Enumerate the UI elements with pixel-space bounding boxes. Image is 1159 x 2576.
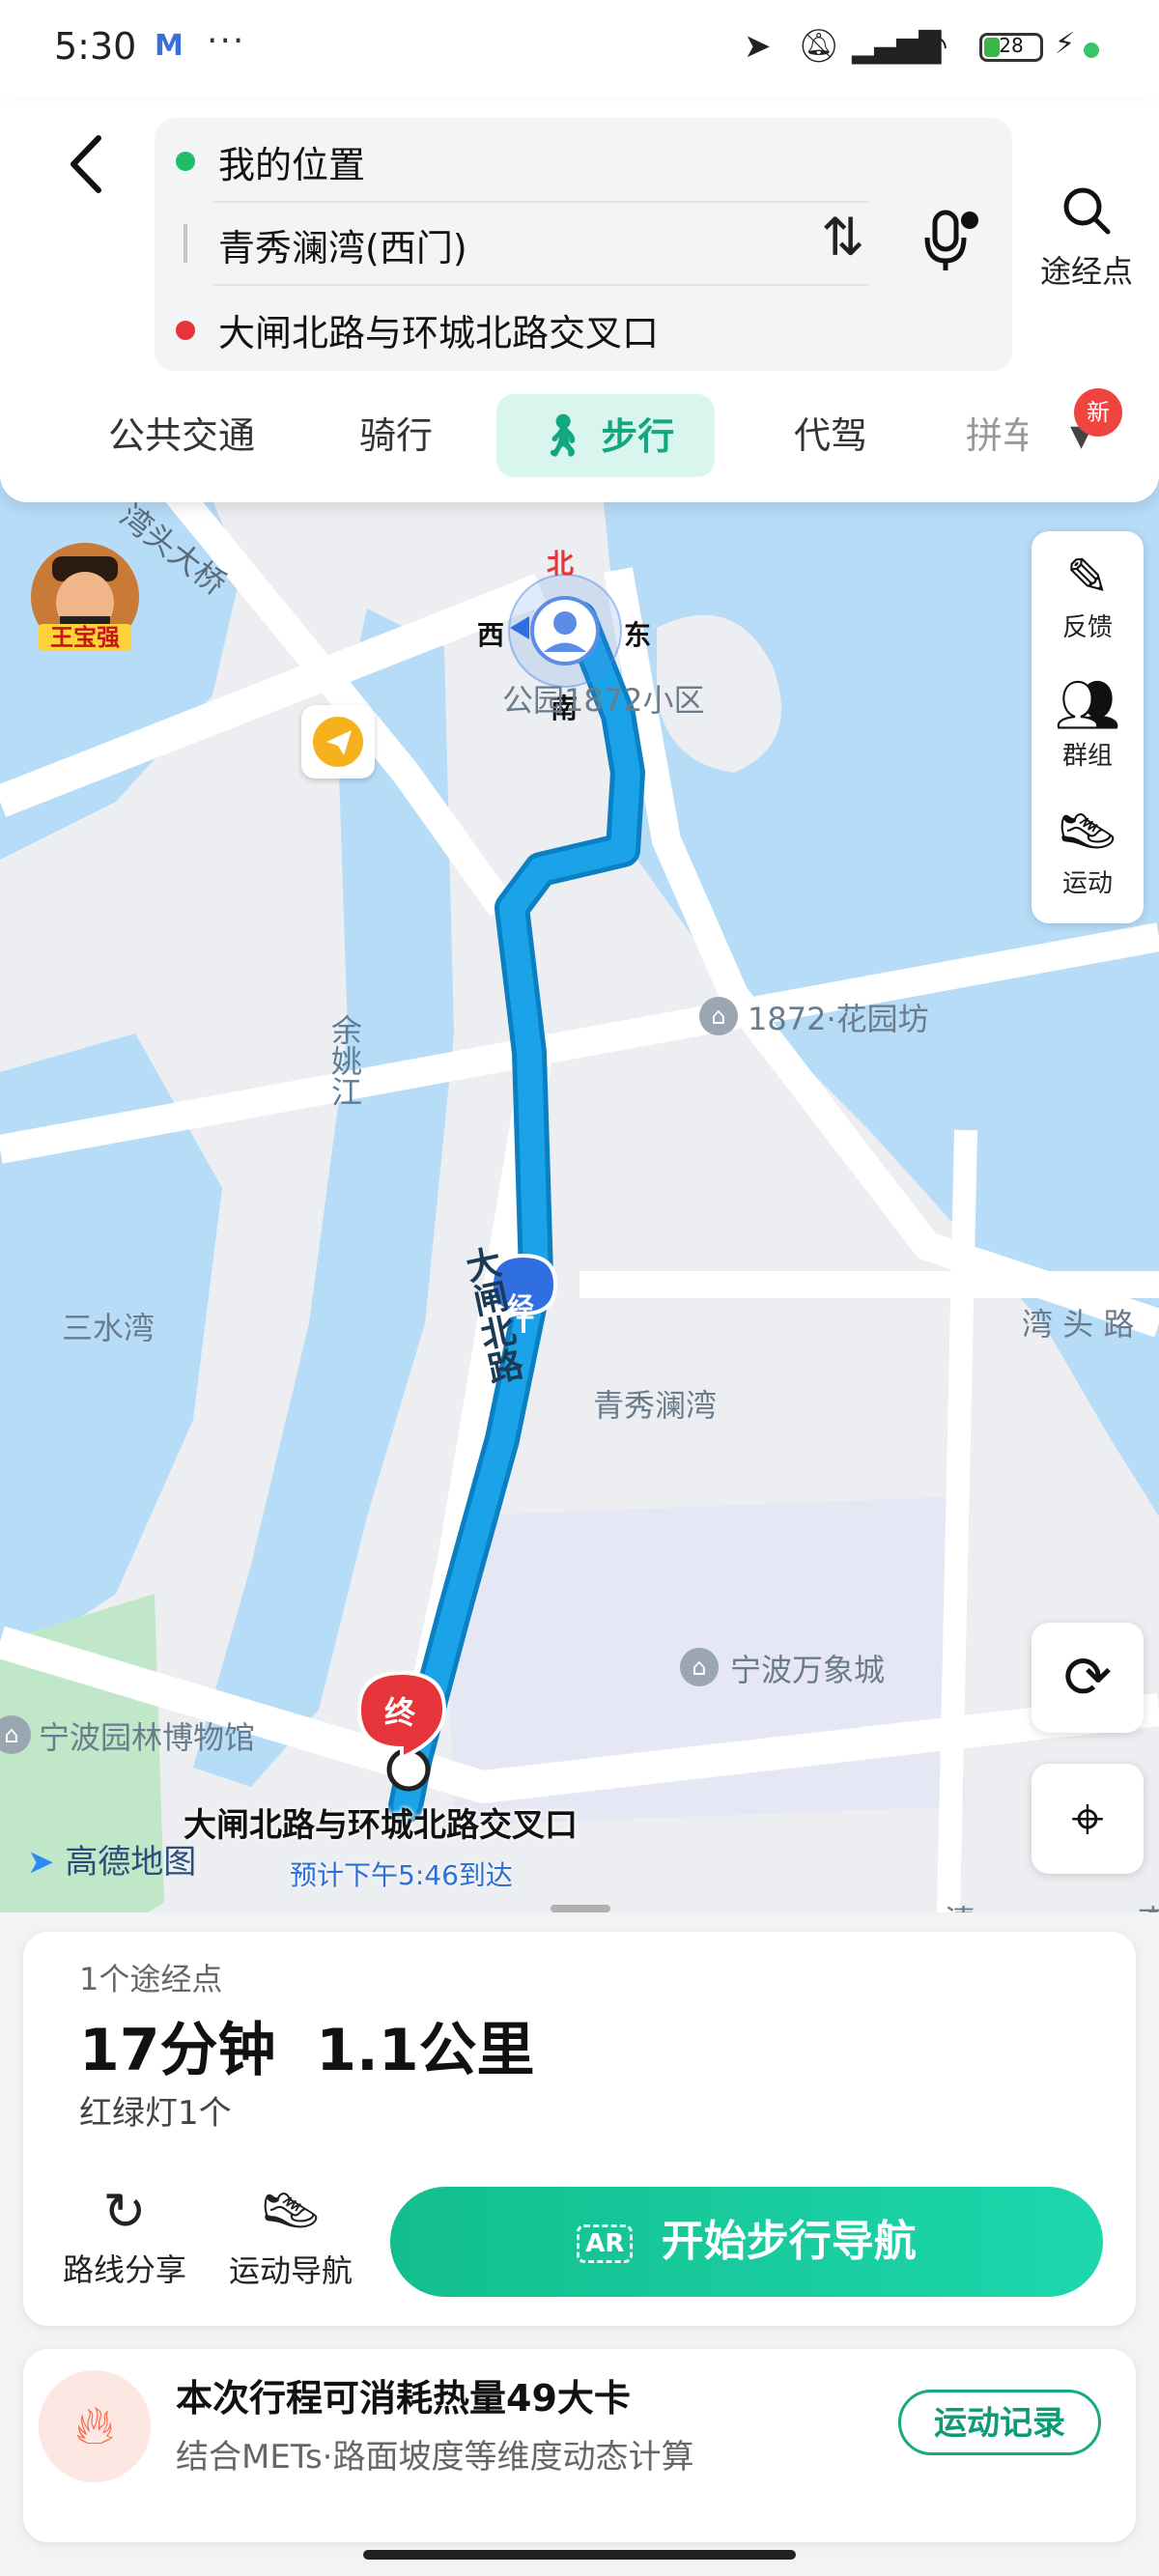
battery-icon: 28 [979, 33, 1043, 62]
share-route-label: 路线分享 [62, 2251, 186, 2288]
ar-icon: AR [577, 2224, 634, 2263]
amap-logo: ➤ 高德地图 [27, 1835, 196, 1882]
via-field[interactable]: 青秀澜湾(西门) [218, 218, 467, 271]
divider [212, 201, 869, 203]
swap-route-icon[interactable]: ⇅ [821, 207, 864, 268]
calorie-subtitle: 结合METs·路面坡度等维度动态计算 [176, 2438, 694, 2477]
amap-brand-text: 高德地图 [65, 1843, 197, 1882]
map-label-qingxiu: 青秀澜湾 [593, 1387, 718, 1424]
map-side-panel: ✎ 反馈 👥︎ 群组 👟︎ 运动 [1032, 531, 1144, 923]
compass-east: 东 [624, 619, 652, 651]
eta-label: 预计下午5:46到达 [290, 1859, 513, 1891]
paper-plane-icon [313, 717, 363, 767]
map-view[interactable]: 湾头大桥 北 西 东 南 公园1872小区 ⌂ 1872·花园坊 余姚江 三水湾… [0, 454, 1159, 1999]
share-icon: ↻ [102, 2181, 147, 2242]
origin-dot-icon [176, 152, 195, 171]
new-badge: 新 [1074, 388, 1122, 437]
tab-transit[interactable]: 公共交通 [108, 394, 255, 477]
destination-field[interactable]: 大闸北路与环城北路交叉口 [218, 303, 659, 356]
back-button[interactable] [58, 130, 116, 198]
group-label: 群组 [1061, 742, 1113, 771]
sport-label: 运动 [1061, 869, 1113, 898]
status-bar: 5:30 M ··· ➤ 🔕︎ ▂▄▆█ ◠ 28 ⚡ [0, 0, 1159, 101]
sport-navigation-label: 运动导航 [228, 2252, 353, 2289]
locate-me-button[interactable]: ⌖ [1032, 1764, 1144, 1874]
chevron-left-icon [71, 135, 101, 193]
tab-walking-label: 步行 [601, 415, 675, 458]
wifi-icon: ◠ [919, 27, 948, 66]
status-time: 5:30 [54, 25, 137, 68]
location-arrow-icon: ➤ [744, 27, 772, 66]
charging-icon: ⚡ [1055, 27, 1076, 61]
home-indicator[interactable] [363, 2550, 796, 2560]
traffic-lights-count: 红绿灯1个 [79, 2094, 232, 2133]
destination-dot-icon [176, 321, 195, 340]
tab-cycling[interactable]: 骑行 [359, 394, 433, 477]
walking-person-icon: 🚶︎ [536, 411, 589, 459]
sport-button[interactable]: 👟︎ 运动 [1032, 802, 1144, 899]
via-marker-label: 经 [507, 1291, 535, 1323]
flame-icon: 🔥︎ [39, 2370, 151, 2482]
route-summary-card: 1个途经点 17分钟 1.1公里 红绿灯1个 ↻ 路线分享 👟︎ 运动导航 AR… [23, 1932, 1136, 2326]
crosshair-icon: ⌖ [1071, 1785, 1104, 1853]
map-label-wanxiangcheng: 宁波万象城 [730, 1652, 886, 1688]
poi-bag-icon: ⌂ [680, 1648, 719, 1686]
sport-record-button[interactable]: 运动记录 [898, 2390, 1101, 2455]
avatar-name-tag: 王宝强 [39, 624, 131, 651]
route-inputs: 我的位置 青秀澜湾(西门) 大闸北路与环城北路交叉口 ⇅ [155, 118, 1012, 371]
origin-field[interactable]: 我的位置 [218, 135, 365, 188]
amap-arrow-icon: ➤ [27, 1843, 55, 1882]
via-bar-icon [184, 224, 187, 263]
poi-bag-icon: ⌂ [699, 997, 738, 1035]
share-route-button[interactable]: ↻ 路线分享 [52, 2181, 197, 2290]
mail-app-icon: M [155, 29, 184, 63]
map-label-museum: 宁波园林博物馆 [39, 1719, 256, 1756]
user-head [553, 611, 577, 635]
battery-level: 28 [999, 34, 1024, 57]
end-point-label: 大闸北路与环城北路交叉口 [184, 1806, 578, 1845]
refresh-route-button[interactable]: ⟳ [1032, 1623, 1144, 1733]
running-shoe-icon: 👟︎ [1054, 802, 1121, 863]
calorie-title: 本次行程可消耗热量49大卡 [176, 2377, 631, 2420]
tab-walking[interactable]: 🚶︎ 步行 [496, 394, 715, 477]
duration-distance: 17分钟 1.1公里 [79, 2017, 535, 2084]
feedback-label: 反馈 [1061, 613, 1113, 642]
map-label-huayuanfang: 1872·花园坊 [748, 1001, 929, 1037]
waypoints-count: 1个途经点 [79, 1961, 223, 1997]
calorie-card: 🔥︎ 本次行程可消耗热量49大卡 结合METs·路面坡度等维度动态计算 运动记录 [23, 2349, 1136, 2542]
more-notifications-icon: ··· [207, 21, 246, 61]
refresh-icon: ⟳ [1062, 1644, 1113, 1712]
end-marker-label: 终 [384, 1694, 416, 1731]
add-waypoint-button[interactable]: 途经点 [1024, 184, 1149, 299]
tab-carpool[interactable]: 拼车 [966, 394, 1028, 477]
feedback-button[interactable]: ✎ 反馈 [1032, 547, 1144, 643]
map-label-wantou-road: 湾 头 路 [1022, 1306, 1135, 1343]
sport-navigation-button[interactable]: 👟︎ 运动导航 [218, 2181, 363, 2291]
compass-west: 西 [477, 619, 505, 651]
divider [212, 284, 869, 286]
running-shoe-icon: 👟︎ [257, 2181, 325, 2242]
search-icon [1063, 187, 1111, 235]
send-location-button[interactable] [301, 705, 375, 778]
map-label-river: 余姚江 [326, 1014, 363, 1107]
start-walking-navigation-button[interactable]: AR 开始步行导航 [390, 2187, 1103, 2297]
charging-dot-icon [1084, 42, 1099, 58]
map-label-sanshuiwan: 三水湾 [62, 1310, 155, 1346]
voice-input-icon[interactable] [918, 207, 985, 274]
waypoint-label: 途经点 [1039, 253, 1133, 290]
tab-designated-driver[interactable]: 代驾 [794, 394, 867, 477]
compass-north: 北 [547, 548, 575, 580]
group-button[interactable]: 👥︎ 群组 [1032, 674, 1144, 772]
pen-icon: ✎ [1065, 547, 1110, 608]
mute-icon: 🔕︎ [798, 27, 840, 66]
start-navigation-label: 开始步行导航 [661, 2217, 917, 2266]
sheet-drag-handle[interactable] [551, 1905, 610, 1912]
group-icon: 👥︎ [1054, 674, 1121, 735]
map-label-residential: 公园1872小区 [502, 682, 705, 719]
travel-mode-tabs: 公共交通 骑行 🚶︎ 步行 代驾 拼车 ▼ 新 [0, 388, 1159, 491]
